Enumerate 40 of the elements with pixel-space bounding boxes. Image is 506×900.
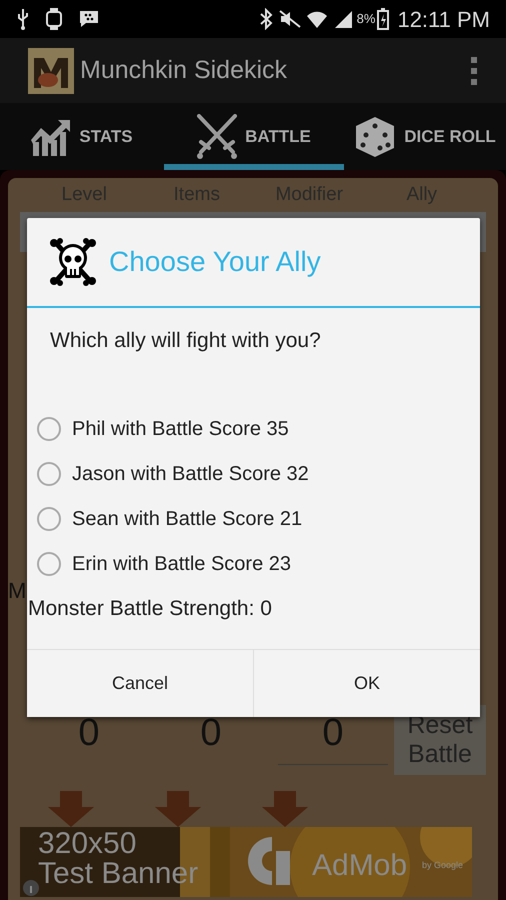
chart-icon — [31, 118, 72, 156]
battery-percent: 8% — [356, 10, 376, 28]
down-arrow-icon — [262, 791, 308, 827]
battery-icon — [377, 8, 390, 30]
down-arrow-icon — [155, 791, 201, 827]
tab[interactable]: STATS — [0, 103, 164, 170]
dialog-question: Which ally will fight with you? — [50, 328, 321, 354]
usb-icon — [16, 8, 30, 30]
bluetooth-icon — [258, 8, 274, 30]
dialog-button[interactable]: OK — [253, 650, 480, 717]
info-icon — [22, 879, 40, 897]
battle-label: M — [8, 577, 26, 605]
signal-icon — [334, 9, 354, 29]
radio-option[interactable]: Jason with Battle Score 32 — [37, 452, 313, 496]
ad-size-text: 320x50 — [38, 829, 138, 859]
radio-button[interactable] — [37, 417, 61, 441]
mute-icon — [278, 9, 302, 29]
app-title: Munchkin Sidekick — [80, 54, 288, 86]
crossed-swords-icon — [197, 114, 238, 160]
dice-icon — [354, 114, 396, 158]
app-logo-icon — [28, 48, 74, 94]
radio-button[interactable] — [37, 552, 61, 576]
radio-option[interactable]: Erin with Battle Score 23 — [37, 542, 295, 586]
down-arrow-icon — [48, 791, 94, 827]
monster-strength-text: Monster Battle Strength: 0 — [28, 596, 272, 622]
byline-text: by Google — [422, 859, 464, 872]
overflow-menu-icon[interactable] — [470, 56, 478, 86]
radio-option[interactable]: Phil with Battle Score 35 — [37, 406, 293, 452]
radio-button[interactable] — [37, 462, 61, 486]
skull-crossbones-icon — [49, 238, 97, 286]
clock-time: 12:11 PM — [397, 6, 490, 34]
dialog-button[interactable]: Cancel — [27, 650, 253, 717]
tab[interactable]: DICE ROLL — [344, 103, 506, 170]
radio-button[interactable] — [37, 507, 61, 531]
admob-brand-text: AdMob — [312, 848, 408, 884]
wifi-icon — [306, 9, 328, 29]
watch-icon — [46, 8, 62, 30]
dialog-title: Choose Your Ally — [109, 245, 321, 279]
chat-bubble-icon — [78, 9, 100, 29]
radio-option[interactable]: Sean with Battle Score 21 — [37, 496, 306, 542]
